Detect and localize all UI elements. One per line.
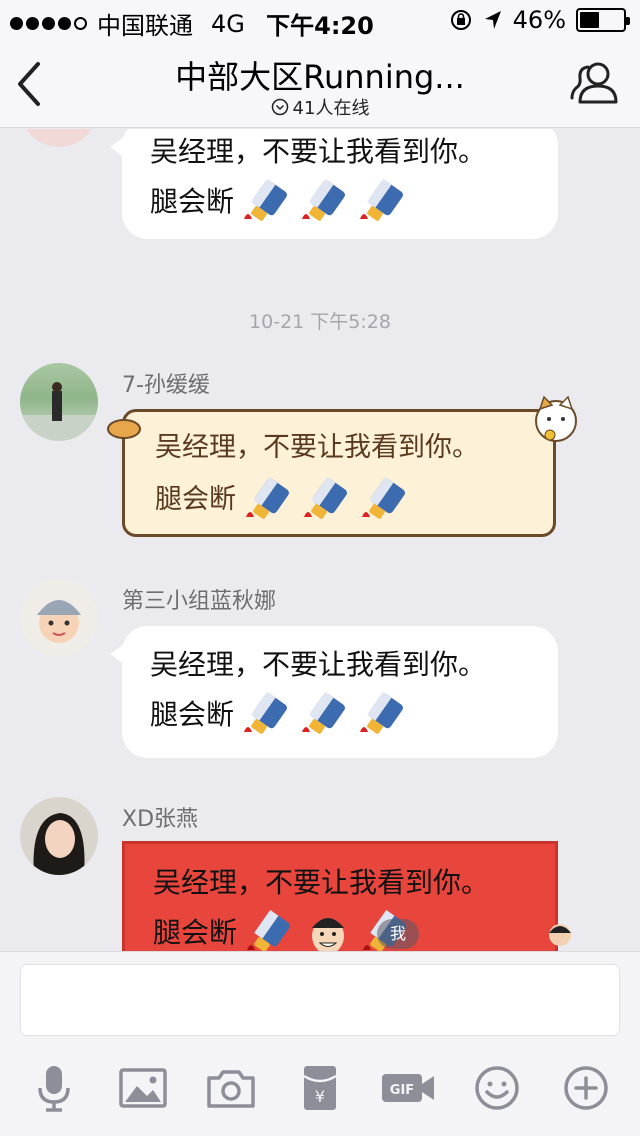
gif-button[interactable]: GIF (380, 1060, 436, 1116)
knife-emoji-icon (362, 477, 405, 519)
online-count[interactable]: 41人在线 (170, 94, 470, 120)
status-bar: 中国联通 4G 下午4:20 46% (0, 0, 640, 40)
camera-icon (207, 1070, 255, 1108)
message-text: 腿会断 (155, 484, 236, 515)
knife-emoji-icon (247, 910, 290, 951)
avatar[interactable] (20, 129, 98, 147)
message-input[interactable] (20, 964, 620, 1036)
battery-percent: 46% (512, 6, 566, 34)
avatar-photo (20, 382, 98, 441)
knife-emoji-group (240, 179, 410, 225)
message-text: 腿会断 (153, 916, 238, 949)
back-button[interactable] (10, 58, 50, 110)
knife-emoji-icon (302, 692, 345, 734)
more-button[interactable] (558, 1060, 614, 1116)
message-bubble[interactable]: 吴经理，不要让我看到你。 腿会断 (110, 129, 558, 239)
message-text-line2: 腿会断 (155, 474, 523, 526)
knife-emoji-icon (244, 179, 287, 221)
message-timestamp: 10-21 下午5:28 (249, 311, 391, 333)
group-title[interactable]: 中部大区Running... (120, 52, 520, 98)
input-bar: ¥ GIF (0, 951, 640, 1136)
sender-name: 7-孙缓缓 (122, 373, 210, 398)
knife-emoji-icon (302, 179, 345, 221)
group-members-button[interactable] (568, 58, 624, 110)
message-bubble[interactable]: 吴经理，不要让我看到你。 腿会断 (122, 409, 556, 537)
chevron-left-icon (18, 62, 40, 106)
cartoon-face-sticker (312, 918, 345, 951)
knife-emoji-icon (244, 692, 287, 734)
knife-emoji-icon (360, 692, 403, 734)
message-bubble[interactable]: 吴经理，不要让我看到你。 腿会断 (110, 626, 558, 758)
navigation-bar: 中部大区Running... 41人在线 (0, 40, 640, 128)
knife-emoji-icon (360, 179, 403, 221)
knife-emoji-group (240, 692, 410, 738)
sender-name: 第三小组蓝秋娜 (122, 589, 277, 614)
knife-emoji-icon (246, 477, 289, 519)
status-right: 46% (449, 6, 630, 34)
avatar-photo (37, 600, 81, 643)
knife-emoji-group (242, 477, 412, 523)
red-packet-icon: ¥ (303, 1066, 337, 1110)
message-text-line2: 腿会断 (150, 690, 530, 740)
paw-icon (107, 419, 141, 439)
lucky-cat-icon (535, 395, 577, 442)
sender-name: XD张燕 (122, 807, 199, 832)
avatar[interactable] (20, 363, 98, 441)
message-text-line1: 吴经理，不要让我看到你。 (153, 866, 490, 899)
chat-area[interactable]: 吴经理，不要让我看到你。 腿会断 10-21 下午5:28 7-孙缓缓 吴经理，… (0, 129, 640, 951)
gif-icon: GIF (382, 1074, 434, 1102)
emoji-button[interactable] (469, 1060, 525, 1116)
avatar[interactable] (20, 797, 98, 875)
battery-icon (576, 8, 630, 32)
input-toolbar: ¥ GIF (0, 1060, 640, 1116)
avatar[interactable] (20, 579, 98, 657)
online-count-label: 41人在线 (292, 98, 370, 119)
microphone-icon (38, 1066, 70, 1112)
svg-text:GIF: GIF (390, 1083, 414, 1098)
knife-emoji-icon (304, 477, 347, 519)
message-text-line1: 吴经理，不要让我看到你。 (150, 648, 487, 681)
emoji-icon (475, 1066, 519, 1110)
message-bubble[interactable]: 吴经理，不要让我看到你。 腿会断 (122, 841, 558, 951)
me-badge: 我 (377, 919, 419, 949)
message-text-line2: 腿会断 (150, 177, 530, 227)
svg-text:¥: ¥ (315, 1087, 325, 1106)
message-text-line2: 腿会断 (153, 908, 527, 951)
voice-button[interactable] (26, 1060, 82, 1116)
chevron-down-circle-icon (271, 98, 288, 116)
battery-fill (580, 12, 600, 28)
camera-button[interactable] (203, 1060, 259, 1116)
red-packet-button[interactable]: ¥ (292, 1060, 348, 1116)
avatar-photo (33, 813, 85, 875)
people-icon (570, 62, 618, 104)
person-sticker-icon (549, 924, 571, 946)
rotation-lock-icon (450, 10, 471, 30)
plus-icon (564, 1066, 608, 1110)
location-arrow-icon (484, 11, 501, 29)
message-text: 腿会断 (150, 185, 235, 218)
image-button[interactable] (115, 1060, 171, 1116)
message-text-line1: 吴经理，不要让我看到你。 (150, 135, 487, 168)
message-text-line1: 吴经理，不要让我看到你。 (155, 432, 479, 463)
message-text: 腿会断 (150, 698, 235, 731)
image-icon (119, 1068, 167, 1108)
